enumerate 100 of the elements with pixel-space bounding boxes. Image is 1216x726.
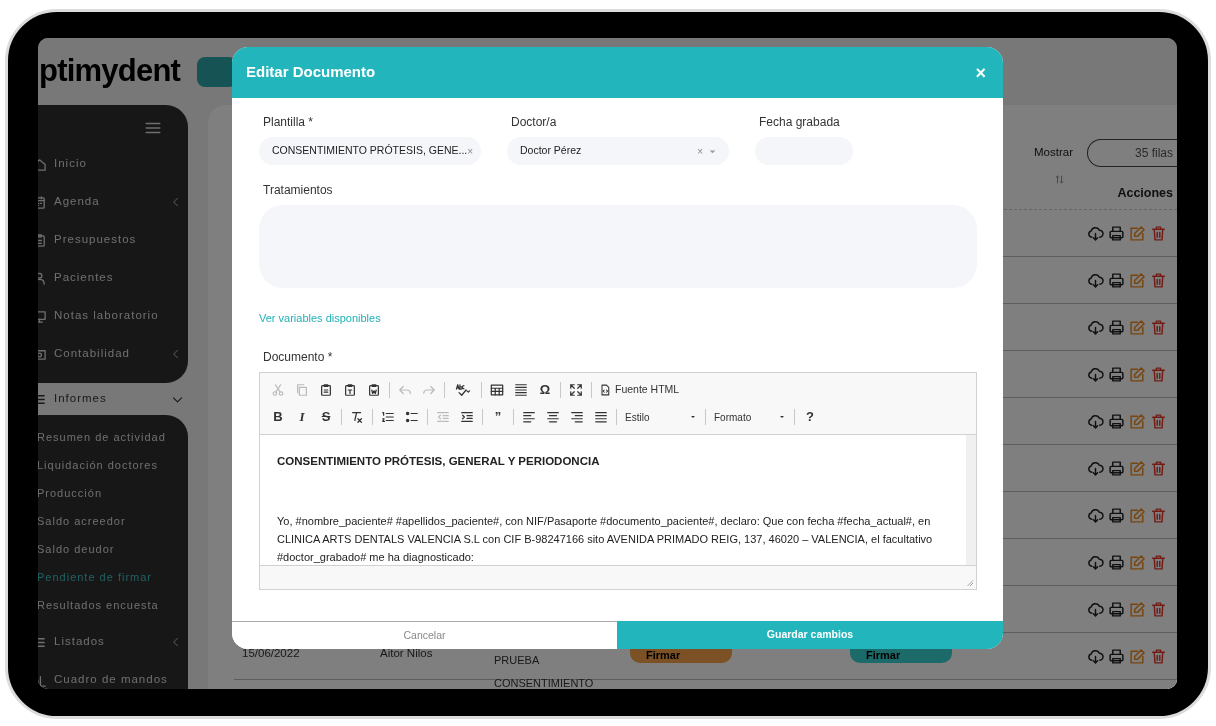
submenu-item[interactable]: Pendiente de firmar [38, 563, 152, 591]
copy-icon [295, 383, 309, 397]
field-label: Documento * [262, 348, 334, 366]
download-icon[interactable] [1087, 459, 1104, 477]
toolbar-button[interactable]: S [314, 406, 338, 428]
sidebar-item[interactable]: Agenda [38, 183, 188, 221]
table-cell-text: Aitor Nilos [380, 646, 433, 661]
toolbar-button[interactable]: ” [486, 406, 510, 428]
undo-icon [398, 383, 412, 397]
delete-icon[interactable] [1150, 600, 1167, 618]
remove-format-icon [350, 410, 364, 424]
maximize-icon [569, 383, 583, 397]
submenu-item[interactable]: Saldo acreedor [38, 507, 126, 535]
download-icon[interactable] [1087, 318, 1104, 336]
sidebar-item[interactable]: Contabilidad [38, 335, 188, 373]
variables-link[interactable]: Ver variables disponibles [259, 310, 381, 327]
show-label: Mostrar [1034, 144, 1073, 160]
close-button[interactable]: × [975, 63, 986, 82]
print-icon[interactable] [1108, 459, 1125, 477]
submenu-item[interactable]: Resultados encuesta [38, 591, 159, 619]
source-button[interactable]: Fuente HTML [595, 379, 684, 401]
download-icon[interactable] [1087, 224, 1104, 242]
print-icon[interactable] [1108, 412, 1125, 430]
sidebar-item[interactable]: Presupuestos [38, 221, 188, 259]
sidebar-section[interactable]: Informes [38, 383, 188, 415]
caret-icon [778, 413, 786, 421]
submenu-item[interactable]: Resumen de actividad [38, 423, 166, 451]
download-icon[interactable] [1087, 506, 1104, 524]
format-dropdown[interactable]: Estilo [620, 406, 702, 428]
save-button[interactable]: Guardar cambios [617, 621, 1003, 649]
paste-word-icon [367, 383, 381, 397]
cancel-button[interactable]: Cancelar [232, 621, 617, 649]
delete-icon[interactable] [1150, 647, 1167, 665]
column-header[interactable]: Acciones [1117, 184, 1173, 203]
sidebar-item[interactable]: Notas laboratorio [38, 297, 188, 335]
delete-icon[interactable] [1150, 506, 1167, 524]
field-label: Doctor/a [510, 114, 558, 131]
delete-icon[interactable] [1150, 459, 1167, 477]
align-center-icon [546, 410, 560, 424]
document-heading: CONSENTIMIENTO PRÓTESIS, GENERAL Y PERIODONCIA [277, 453, 601, 469]
table-cell-text: 15/06/2022 [242, 646, 300, 661]
scrollbar[interactable] [966, 434, 976, 565]
delete-icon[interactable] [1150, 412, 1167, 430]
field-label: Plantilla * [262, 114, 315, 131]
delete-icon[interactable] [1150, 553, 1167, 571]
field-label: Tratamientos [262, 182, 334, 199]
app-logo: ptimydent [39, 52, 181, 91]
download-icon[interactable] [1087, 271, 1104, 289]
format-dropdown[interactable]: Formato [709, 406, 791, 428]
print-icon[interactable] [1108, 224, 1125, 242]
download-icon[interactable] [1087, 600, 1104, 618]
clear-button[interactable]: × [467, 143, 474, 159]
delete-icon[interactable] [1150, 318, 1167, 336]
sidebar-item[interactable]: Inicio [38, 145, 188, 183]
redo-icon [422, 383, 436, 397]
print-icon[interactable] [1108, 271, 1125, 289]
submenu-item[interactable]: Liquidación doctores [38, 451, 158, 479]
print-icon[interactable] [1108, 600, 1125, 618]
submenu-item[interactable]: Saldo deudor [38, 535, 115, 563]
paste-text-icon [343, 383, 357, 397]
align-right-icon [570, 410, 584, 424]
select-field[interactable]: CONSENTIMIENTO PRÓTESIS, GENE...× [259, 137, 481, 165]
print-icon[interactable] [1108, 318, 1125, 336]
sort-icon [1054, 174, 1065, 185]
print-icon[interactable] [1108, 506, 1125, 524]
paste-icon [319, 383, 333, 397]
outdent-icon [436, 410, 450, 424]
align-left-icon [522, 410, 536, 424]
cut-icon [271, 383, 285, 397]
document-paragraph: Yo, #nombre_paciente# #apellidos_paciente#, con NIF/Pasaporte #documento_paciente#, declaro: Que con fecha #fecha_actual#, en CLINICA ARTS DENTALS VALENCIA S.L con CIF B-98247166 sito AVENIDA PRIMADO REIG, 137, 46020 – VALENCIA, el facultativo #doctor_grabado# me ha diagnosticado: [277, 513, 934, 565]
spellcheck-icon [453, 383, 473, 397]
clear-button[interactable]: × [697, 143, 703, 159]
numbered-list-icon [381, 410, 395, 424]
toolbar-button[interactable]: ? [798, 406, 822, 428]
delete-icon[interactable] [1150, 365, 1167, 383]
source-code-icon [599, 384, 611, 396]
dialog-title: Editar Documento [246, 62, 376, 83]
sidebar-item[interactable]: Listados [38, 623, 188, 661]
toolbar-button[interactable]: Ω [533, 379, 557, 401]
print-icon[interactable] [1108, 365, 1125, 383]
delete-icon[interactable] [1150, 224, 1167, 242]
toolbar-button[interactable]: I [290, 406, 314, 428]
download-icon[interactable] [1087, 647, 1104, 665]
sidebar-item[interactable]: Pacientes [38, 259, 188, 297]
table-icon [490, 383, 504, 397]
indent-icon [460, 410, 474, 424]
print-icon[interactable] [1108, 553, 1125, 571]
download-icon[interactable] [1087, 553, 1104, 571]
print-icon[interactable] [1108, 647, 1125, 665]
submenu-item[interactable]: Producción [38, 479, 103, 507]
horizontal-lines-icon [514, 383, 528, 397]
delete-icon[interactable] [1150, 271, 1167, 289]
toolbar-button[interactable]: B [266, 406, 290, 428]
download-icon[interactable] [1087, 412, 1104, 430]
sidebar-item[interactable]: Cuadro de mandos [38, 661, 188, 689]
caret-icon [689, 413, 697, 421]
download-icon[interactable] [1087, 365, 1104, 383]
select-field[interactable]: Doctor Pérez × [507, 137, 729, 165]
table-cell-text: PRUEBA [494, 653, 540, 668]
bulleted-list-icon [405, 410, 419, 424]
